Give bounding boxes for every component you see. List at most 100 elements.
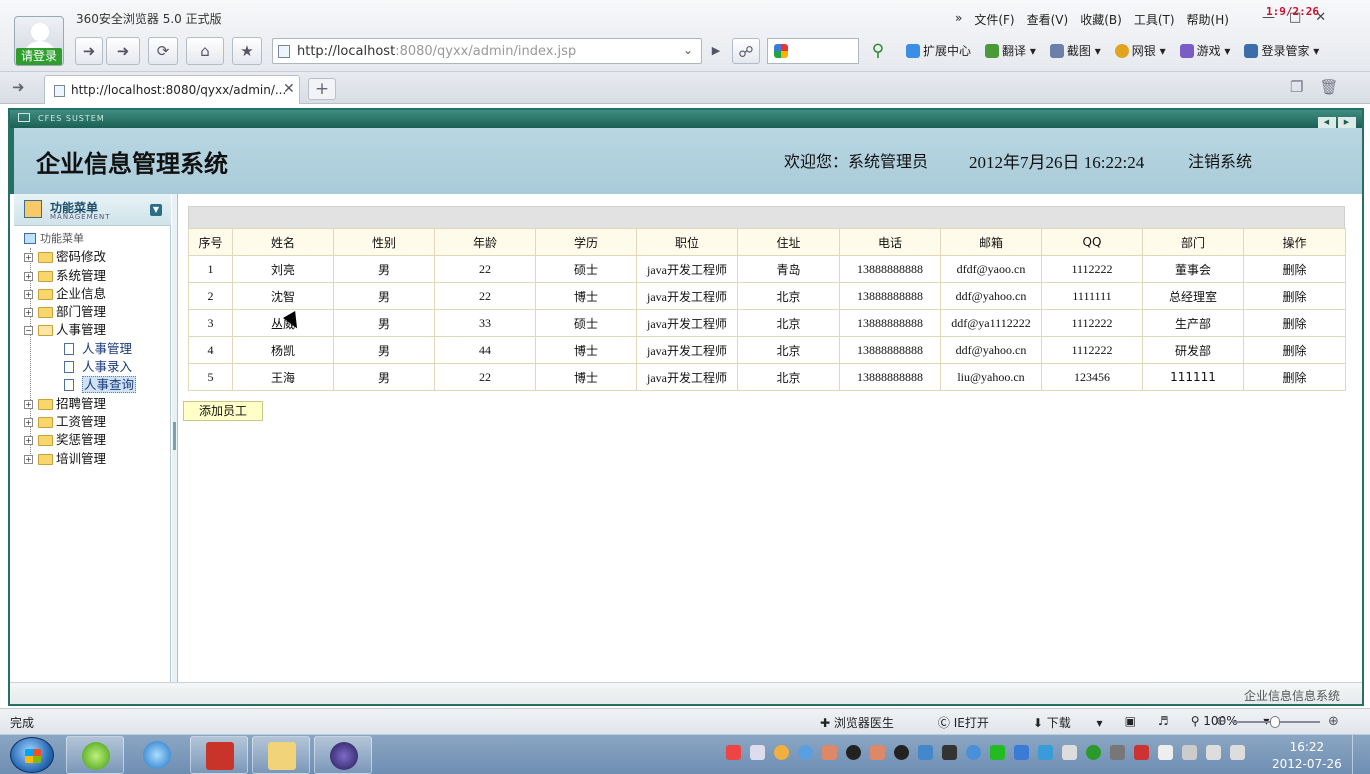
close-icon[interactable]: ✕ [283,81,295,97]
table-cell: java开发工程师 [636,309,738,337]
refresh-button[interactable]: ⟳ [148,37,178,65]
tree-leaf-personnel-entry[interactable]: 人事录入 [22,358,136,376]
tree-item-salary[interactable]: + 工资管理 [22,413,136,431]
tree-item-rewards[interactable]: + 奖惩管理 [22,431,136,449]
go-button[interactable]: ▶ [706,38,726,64]
menu-favorites[interactable]: 收藏(B) [1080,11,1122,28]
home-button[interactable]: ⌂ [186,37,224,65]
panel-splitter[interactable] [172,194,178,682]
collapse-icon[interactable]: ▼ [150,204,162,216]
online-banking-button[interactable]: 网银 ▾ [1114,42,1166,59]
tree-root[interactable]: 功能菜单 [22,230,136,248]
system-tray [726,745,1254,760]
trash-icon[interactable]: 🗑 [1319,78,1354,96]
security-button[interactable]: ☍ [732,38,760,64]
scroll-left-button[interactable]: ◀ [1318,117,1336,128]
add-employee-button[interactable]: 添加员工 [183,401,263,421]
download-button[interactable]: ⬇ 下载 ▾ [1033,714,1103,731]
scroll-right-button[interactable]: ▶ [1338,117,1356,128]
screenshot-button[interactable]: 截图 ▾ [1049,42,1101,59]
tree-leaf-personnel-manage[interactable]: 人事管理 [22,340,136,358]
tree-item-system[interactable]: + 系统管理 [22,267,136,285]
window-icon[interactable]: ▣ [1125,714,1136,731]
games-button[interactable]: 游戏 ▾ [1179,42,1230,59]
speaker-icon[interactable]: ♬ [1158,714,1169,731]
zoom-slider[interactable]: ⊖ ⊕ [1214,714,1340,729]
column-header: 学历 [535,228,637,256]
restore-tabs-icon[interactable]: ❐ [1290,78,1319,96]
sidebar-toggle-icon[interactable]: ➜ [12,78,25,96]
tray-tools-icon [1134,745,1149,760]
tree-item-training[interactable]: + 培训管理 [22,450,136,468]
table-cell: 123456 [1041,363,1143,391]
monitor-icon [18,113,30,122]
search-input[interactable] [767,38,859,64]
app-header: 企业信息管理系统 欢迎您：系统管理员 2012年7月26日 16:22:24 注… [10,128,1362,194]
table-cell: 男 [333,363,435,391]
address-bar[interactable]: http://localhost:8080/qyxx/admin/index.j… [272,38,702,64]
tab-tools[interactable]: ❐🗑 [1290,78,1355,96]
menu-more[interactable]: » [955,11,962,28]
menu-file[interactable]: 文件(F) [974,11,1014,28]
ie-open-button[interactable]: Ⓒ IE打开 [938,714,1011,731]
table-cell: 博士 [535,282,637,310]
extension-center-button[interactable]: 扩展中心 [906,42,971,59]
new-tab-button[interactable]: + [308,78,336,100]
tab-admin[interactable]: http://localhost:8080/qyxx/admin/... ✕ [44,75,300,104]
favorite-button[interactable]: ★ [232,37,262,65]
address-text[interactable]: http://localhost:8080/qyxx/admin/index.j… [297,44,576,59]
login-button[interactable]: 请登录 [16,48,62,65]
address-dropdown-icon[interactable]: ⌄ [683,43,693,57]
browser-doctor-button[interactable]: ✚ 浏览器医生 [820,714,916,731]
tab-title: http://localhost:8080/qyxx/admin/... [71,83,287,97]
table-cell: 博士 [535,363,637,391]
delete-link[interactable]: 删除 [1243,363,1346,391]
browser-title: 360安全浏览器 5.0 正式版 [76,12,222,26]
taskbar-360-browser[interactable] [66,736,124,774]
table-cell: 北京 [737,336,840,364]
tree-item-recruitment[interactable]: + 招聘管理 [22,395,136,413]
employee-table: 序号 姓名 性别 年龄 学历 职位 住址 电话 邮箱 QQ 部门 操作 1 刘亮男 22 硕士 java开发工… [188,228,1346,391]
tray-people-icon [822,745,837,760]
taskbar-explorer[interactable] [252,736,310,774]
taskbar-eclipse[interactable] [314,736,372,774]
play-icon: ▶ [711,44,721,57]
tray-device-icon [1110,745,1125,760]
tree-item-personnel[interactable]: − 人事管理 [22,321,136,339]
delete-link[interactable]: 删除 [1243,309,1346,337]
column-header: 操作 [1243,228,1346,256]
logout-link[interactable]: 注销系统 [1188,148,1252,172]
table-cell: 硕士 [535,309,637,337]
menu-help[interactable]: 帮助(H) [1187,11,1229,28]
tree-item-password[interactable]: + 密码修改 [22,248,136,266]
window-controls[interactable]: —□✕ [1262,10,1340,25]
forward-button[interactable]: ➜ [106,37,140,65]
table-cell: 男 [333,309,435,337]
extension-toolbar: 扩展中心 翻译 ▾ 截图 ▾ 网银 ▾ 游戏 ▾ 登录管家 ▾ [906,42,1333,59]
start-button[interactable] [10,737,54,773]
taskbar-toolbox[interactable] [190,736,248,774]
delete-link[interactable]: 删除 [1243,336,1346,364]
back-button[interactable]: ➜ [75,37,103,65]
system-bar: CFES SUSTEM ◀ ▶ [10,110,1362,128]
table-cell: 男 [333,336,435,364]
translate-button[interactable]: 翻译 ▾ [985,42,1036,59]
taskbar-ie[interactable] [128,736,186,774]
table-cell: 青岛 [737,255,840,283]
search-button[interactable]: ⚲ [862,38,894,64]
tree-item-company[interactable]: + 企业信息 [22,285,136,303]
login-manager-button[interactable]: 登录管家 ▾ [1244,42,1319,59]
taskbar-clock[interactable]: 16:22 2012-07-26 [1272,739,1342,773]
tree-leaf-personnel-query[interactable]: 人事查询 [22,376,137,394]
clock-date: 2012-07-26 [1272,757,1342,771]
search-engine-icon[interactable] [774,44,788,58]
table-cell: 沈智 [232,282,334,310]
delete-link[interactable]: 删除 [1243,255,1346,283]
tree-item-department[interactable]: + 部门管理 [22,303,136,321]
menu-tools[interactable]: 工具(T) [1134,11,1175,28]
delete-link[interactable]: 删除 [1243,282,1346,310]
show-desktop-button[interactable] [1352,735,1370,774]
table-cell: 1112222 [1041,255,1143,283]
menu-view[interactable]: 查看(V) [1027,11,1069,28]
grid-title-bar [188,206,1345,228]
